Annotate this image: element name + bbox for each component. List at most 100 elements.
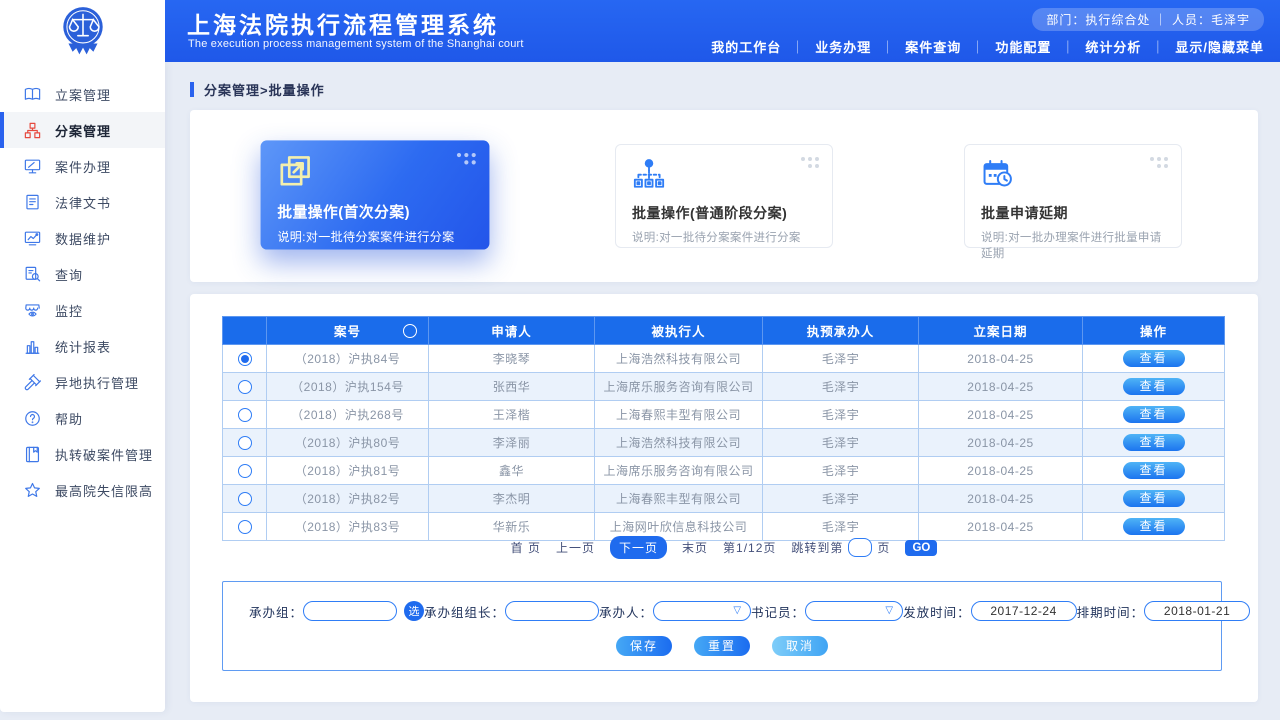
save-button[interactable]: 保存	[616, 636, 672, 656]
case-no-cell: （2018）沪执154号	[267, 373, 429, 401]
group-leader-field: 承办组组长：	[424, 601, 599, 621]
sidebar-item-label: 案件办理	[55, 157, 111, 176]
group-label: 承办组：	[249, 602, 303, 621]
sidebar-item-11[interactable]: 执转破案件管理	[0, 436, 165, 472]
bar-chart-icon	[23, 337, 42, 356]
view-button-6[interactable]: 查看	[1123, 490, 1185, 507]
clerk-label: 书记员：	[751, 602, 805, 621]
sidebar-item-6[interactable]: 查询	[0, 256, 165, 292]
row-radio-3[interactable]	[238, 408, 252, 422]
sidebar-item-4[interactable]: 法律文书	[0, 184, 165, 220]
bookmark-icon	[23, 445, 42, 464]
more-dots-icon	[799, 157, 819, 168]
first-page-button[interactable]: 首 页	[511, 539, 541, 556]
row-radio-1[interactable]	[238, 352, 252, 366]
jump-page-input[interactable]	[848, 538, 872, 557]
reset-button[interactable]: 重置	[694, 636, 750, 656]
card-title: 批量操作(首次分案)	[277, 201, 472, 222]
sidebar-item-7[interactable]: 监控	[0, 292, 165, 328]
nav-item-6[interactable]: 显示/隐藏菜单	[1175, 37, 1264, 56]
sidebar-item-5[interactable]: 数据维护	[0, 220, 165, 256]
view-button-4[interactable]: 查看	[1123, 434, 1185, 451]
monitor-icon	[23, 157, 42, 176]
card-description: 说明:对一批待分案案件进行分案	[277, 229, 472, 246]
view-button-3[interactable]: 查看	[1123, 406, 1185, 423]
handler-cell: 毛泽宇	[763, 485, 919, 513]
go-button[interactable]: GO	[905, 540, 937, 556]
next-page-button[interactable]: 下一页	[610, 536, 667, 559]
logo-area	[0, 0, 165, 62]
view-button-2[interactable]: 查看	[1123, 378, 1185, 395]
row-radio-4[interactable]	[238, 436, 252, 450]
group-leader-label: 承办组组长：	[424, 602, 505, 621]
nav-item-3[interactable]: 案件查询	[905, 37, 961, 56]
filing-date-cell: 2018-04-25	[919, 457, 1083, 485]
nav-item-4[interactable]: 功能配置	[995, 37, 1051, 56]
filing-date-cell: 2018-04-25	[919, 429, 1083, 457]
pagination: 首 页 上一页 下一页 末页 第1/12页 跳转到第 页 GO	[190, 536, 1258, 559]
nav-item-1[interactable]: 我的工作台	[711, 37, 781, 56]
calendar-clock-icon	[981, 157, 1015, 191]
sidebar-item-label: 分案管理	[55, 121, 111, 140]
document-icon	[23, 193, 42, 212]
schedule-date-input[interactable]: 2018-01-21	[1144, 601, 1250, 621]
gavel-icon	[23, 373, 42, 392]
sidebar-item-9[interactable]: 异地执行管理	[0, 364, 165, 400]
row-radio-2[interactable]	[238, 380, 252, 394]
column-header-3: 被执行人	[595, 317, 763, 345]
row-radio-5[interactable]	[238, 464, 252, 478]
action-card-2[interactable]: 批量操作(普通阶段分案) 说明:对一批待分案案件进行分案	[615, 144, 833, 248]
case-table: 案号申请人被执行人执预承办人立案日期操作 （2018）沪执84号李晓琴上海浩然科…	[222, 316, 1225, 541]
book-icon	[23, 85, 42, 104]
cancel-button[interactable]: 取消	[772, 636, 828, 656]
filing-date-cell: 2018-04-25	[919, 373, 1083, 401]
column-header-6: 操作	[1083, 317, 1225, 345]
group-input[interactable]	[303, 601, 397, 621]
prev-page-button[interactable]: 上一页	[556, 539, 595, 556]
star-icon	[23, 481, 42, 500]
sidebar-item-3[interactable]: 案件办理	[0, 148, 165, 184]
view-button-5[interactable]: 查看	[1123, 462, 1185, 479]
view-button-7[interactable]: 查看	[1123, 518, 1185, 535]
applicant-cell: 王泽楷	[429, 401, 595, 429]
nav-item-5[interactable]: 统计分析	[1085, 37, 1141, 56]
nav-item-2[interactable]: 业务办理	[815, 37, 871, 56]
table-row-3: （2018）沪执268号王泽楷上海春熙丰型有限公司毛泽宇2018-04-25查看	[223, 401, 1225, 429]
sidebar-item-2[interactable]: 分案管理	[0, 112, 165, 148]
view-button-1[interactable]: 查看	[1123, 350, 1185, 367]
nav-separator: ｜	[881, 37, 895, 56]
sidebar-item-label: 执转破案件管理	[55, 445, 153, 464]
table-row-1: （2018）沪执84号李晓琴上海浩然科技有限公司毛泽宇2018-04-25查看	[223, 345, 1225, 373]
main-content: 分案管理>批量操作 批量操作(首次分案) 说明:对一批待分案案件进行分案 批量操…	[165, 62, 1280, 720]
row-radio-7[interactable]	[238, 520, 252, 534]
issue-date-label: 发放时间：	[903, 602, 971, 621]
sidebar-item-10[interactable]: 帮助	[0, 400, 165, 436]
table-row-6: （2018）沪执82号李杰明上海春熙丰型有限公司毛泽宇2018-04-25查看	[223, 485, 1225, 513]
select-all-radio[interactable]	[403, 324, 417, 338]
pick-group-button[interactable]: 选	[404, 601, 424, 621]
applicant-cell: 鑫华	[429, 457, 595, 485]
handler-select[interactable]: ▽	[653, 601, 751, 621]
user-info-pill: 部门：执行综合处 ｜ 人员：毛泽宇	[1032, 8, 1264, 31]
sidebar: 立案管理 分案管理 案件办理 法律文书 数据维护 查询 监控 统计报表 异地执行…	[0, 62, 165, 712]
sidebar-item-8[interactable]: 统计报表	[0, 328, 165, 364]
sidebar-item-label: 异地执行管理	[55, 373, 139, 392]
last-page-button[interactable]: 末页	[682, 539, 708, 556]
group-leader-input[interactable]	[505, 601, 599, 621]
clerk-select[interactable]: ▽	[805, 601, 903, 621]
action-card-1[interactable]: 批量操作(首次分案) 说明:对一批待分案案件进行分案	[261, 140, 490, 249]
issue-date-input[interactable]: 2017-12-24	[971, 601, 1077, 621]
column-header-2: 申请人	[429, 317, 595, 345]
sidebar-item-1[interactable]: 立案管理	[0, 76, 165, 112]
jump-prefix-label: 跳转到第	[791, 539, 843, 556]
sidebar-item-label: 数据维护	[55, 229, 111, 248]
applicant-cell: 李泽丽	[429, 429, 595, 457]
row-radio-6[interactable]	[238, 492, 252, 506]
action-card-3[interactable]: 批量申请延期 说明:对一批办理案件进行批量申请延期	[964, 144, 1182, 248]
sidebar-item-12[interactable]: 最高院失信限高	[0, 472, 165, 508]
nav-separator: ｜	[971, 37, 985, 56]
sidebar-item-label: 监控	[55, 301, 83, 320]
card-description: 说明:对一批待分案案件进行分案	[632, 229, 816, 245]
card-description: 说明:对一批办理案件进行批量申请延期	[981, 229, 1165, 261]
app-title: 上海法院执行流程管理系统	[187, 6, 499, 40]
